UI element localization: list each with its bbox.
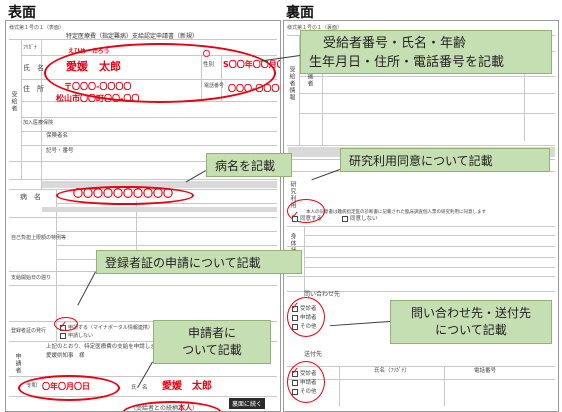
example-furigana: えひめ たろう bbox=[68, 48, 110, 55]
research-disagree-option[interactable]: 同意しない bbox=[350, 216, 378, 223]
example-disease: 〇〇〇〇〇〇〇〇〇〇 bbox=[73, 189, 173, 200]
furigana-label: ﾌﾘｶﾞﾅ bbox=[23, 45, 37, 51]
contact-opt-3[interactable]: その他 bbox=[300, 324, 317, 331]
callout-applicant: 申請者に ついて記載 bbox=[153, 320, 271, 364]
apply-sentence: 上記のとおり、特定医療費の支給を申請します。 bbox=[46, 344, 167, 350]
send-opt-3[interactable]: その他 bbox=[300, 389, 317, 396]
period-label: 支給開始日の遡り bbox=[11, 275, 52, 281]
relation-label: （受給者との続柄本人） bbox=[130, 404, 198, 412]
example-postal: 〒〇〇〇-〇〇〇〇 bbox=[64, 82, 132, 91]
callout-disease: 病名を記載 bbox=[206, 153, 292, 177]
contact-opt-1[interactable]: 受診者 bbox=[300, 306, 317, 313]
date-era: 令和 bbox=[26, 383, 38, 389]
send-opt-2[interactable]: 申請者 bbox=[300, 380, 317, 387]
front-form-id: 様式第１号の１（表面） bbox=[9, 25, 65, 31]
specific-label: 自己負担上限額の特例等 bbox=[11, 235, 67, 241]
back-form-document: 様式第１号の１（裏面） 受給者情報 保護者 研究利用 身体状況 本人の同意書は難… bbox=[283, 20, 559, 412]
research-note: 本人の同意書は難病指定医の診断書に記載された臨床調査個人票の研究利用に同意します bbox=[306, 210, 486, 215]
back-side-title: 裏面 bbox=[286, 5, 314, 21]
send-opt-1[interactable]: 受診者 bbox=[300, 371, 317, 378]
number-label: 記号・番号 bbox=[46, 148, 74, 154]
contact-other-checkbox[interactable] bbox=[292, 324, 298, 330]
recipient-info-label: 受給者情報 bbox=[288, 66, 295, 101]
back-phone-head: 電話番号 bbox=[474, 368, 497, 374]
insurer-label: 保険者名 bbox=[46, 133, 69, 139]
send-check: ✓ bbox=[291, 366, 300, 377]
callout-contact-send: 問い合わせ先・送付先 について記載 bbox=[390, 300, 552, 344]
applicant-label: 申請者 bbox=[14, 353, 21, 374]
example-date: 〇年〇月〇日 bbox=[42, 382, 90, 391]
registration-decline-option[interactable]: 申請しない bbox=[68, 334, 93, 339]
disease-label: 病 名 bbox=[20, 193, 41, 201]
example-name: 愛媛 太郎 bbox=[66, 60, 121, 73]
callout-research: 研究利用同意について記載 bbox=[340, 148, 550, 172]
sign-name-label: 氏 名 bbox=[131, 385, 148, 391]
research-agree-option[interactable]: 同意する bbox=[300, 216, 322, 223]
contact-check: ✓ bbox=[291, 301, 300, 312]
research-agree-check: ✓ bbox=[291, 210, 300, 221]
address-label: 住 所 bbox=[23, 85, 44, 93]
send-applicant-checkbox[interactable] bbox=[292, 380, 298, 386]
front-side-title: 表面 bbox=[8, 5, 36, 21]
callout-registration: 登録者証の申請について記載 bbox=[96, 250, 302, 274]
contact-applicant-checkbox[interactable] bbox=[292, 315, 298, 321]
send-label: 送付先 bbox=[304, 351, 323, 358]
example-address: 松山市〇〇町〇〇-〇〇 bbox=[56, 94, 140, 103]
example-phone: 〇〇〇-〇〇〇〇 bbox=[228, 84, 280, 93]
example-relation: 本人 bbox=[177, 404, 192, 412]
contact-opt-2[interactable]: 申請者 bbox=[300, 315, 317, 322]
send-other-checkbox[interactable] bbox=[292, 389, 298, 395]
registration-decline-checkbox[interactable] bbox=[60, 333, 66, 339]
applicant-section-label: 受給者 bbox=[10, 91, 17, 112]
continue-back-tag[interactable]: 裏面に続く bbox=[229, 398, 266, 409]
insurance-label: 加入医療保険 bbox=[23, 120, 54, 126]
registration-ring bbox=[54, 317, 78, 331]
example-birthdate: S〇〇年〇〇月〇〇日 bbox=[223, 60, 280, 69]
registration-apply-option[interactable]: 申請する（マイナポータル情報連携） bbox=[68, 326, 153, 331]
back-relation-head: 氏名（ﾌﾘｶﾞﾅ） bbox=[374, 368, 410, 374]
example-applicant-name: 愛媛 太郎 bbox=[162, 381, 212, 392]
callout-personal-info: 受給者番号・氏名・年齢 生年月日・住所・電話番号を記載 bbox=[300, 30, 552, 74]
governor-label: 愛媛県知事 様 bbox=[46, 353, 85, 359]
registration-label: 登録者証の発行 bbox=[11, 328, 47, 334]
name-label: 氏 名 bbox=[23, 64, 44, 72]
example-gender-mark: 〇 bbox=[203, 50, 210, 58]
research-disagree-checkbox[interactable] bbox=[342, 216, 348, 222]
